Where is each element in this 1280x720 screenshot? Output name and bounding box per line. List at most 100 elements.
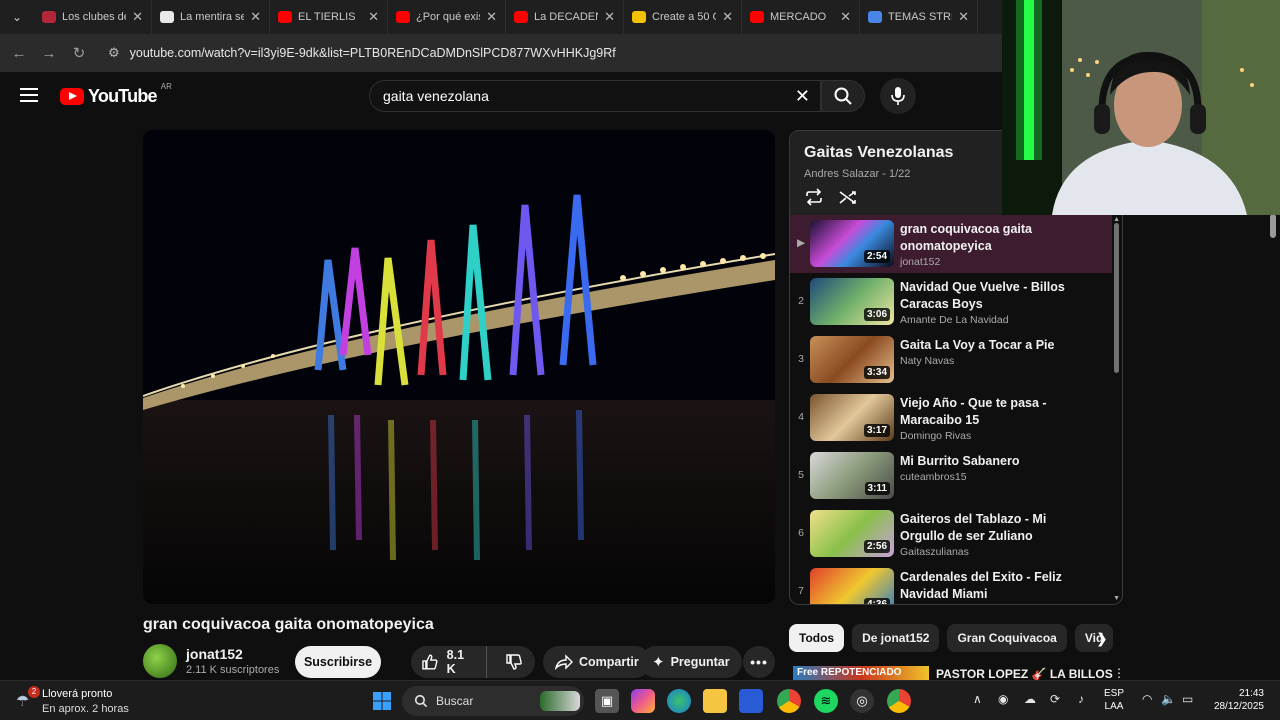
filter-chips: Todos De jonat152 Gran Coquivacoa Vid xyxy=(789,624,1114,652)
copilot-icon[interactable] xyxy=(631,689,655,713)
playlist-item-thumbnail: 4:36 xyxy=(810,568,894,604)
playlist-scrollbar[interactable] xyxy=(1114,223,1119,373)
subscribe-button[interactable]: Suscribirse xyxy=(295,646,381,678)
sync-icon[interactable]: ⟳ xyxy=(1050,692,1060,706)
browser-tab[interactable]: EL TIERLIS ✕ xyxy=(270,0,388,34)
tab-title: MERCADO xyxy=(770,11,827,23)
like-button[interactable]: 8.1 K xyxy=(411,646,487,678)
url-field[interactable]: ⚙ youtube.com/watch?v=il3yi9E-9dk&list=P… xyxy=(108,45,616,61)
dislike-button[interactable] xyxy=(493,646,535,678)
language-indicator[interactable]: ESP LAA xyxy=(1104,687,1124,713)
playlist-item-index: 3 xyxy=(798,353,804,365)
obs-icon[interactable]: ◎ xyxy=(850,689,874,713)
playlist-item-channel: Gaitaszulianas xyxy=(900,546,969,558)
youtube-logo[interactable]: YouTube AR xyxy=(60,82,172,107)
taskbar-search[interactable]: Buscar xyxy=(402,686,584,716)
forward-icon[interactable]: → xyxy=(34,45,64,62)
search-button[interactable] xyxy=(821,80,865,112)
tab-close-icon[interactable]: ✕ xyxy=(486,9,497,25)
playlist-item[interactable]: ▶ 2:54 gran coquivacoa gaita onomatopeyica… xyxy=(790,215,1112,273)
windows-start-icon[interactable] xyxy=(370,689,394,713)
weather-widget[interactable]: ☂ 2 Lloverá pronto En aprox. 2 horas xyxy=(16,686,156,716)
tab-title: TEMAS STREA xyxy=(888,11,952,23)
playlist-item[interactable]: 6 2:56 Gaiteros del Tablazo - Mi Orgullo d… xyxy=(790,505,1112,563)
browser-tab[interactable]: La DECADEN ✕ xyxy=(506,0,624,34)
search-icon xyxy=(834,87,852,105)
playlist-item-duration: 3:11 xyxy=(864,482,890,495)
more-vert-icon[interactable]: ⋮ xyxy=(1113,666,1125,680)
store-icon[interactable] xyxy=(739,689,763,713)
file-explorer-icon[interactable] xyxy=(703,689,727,713)
playlist-item[interactable]: 4 3:17 Viejo Año - Que te pasa - Maracaibo… xyxy=(790,389,1112,447)
clear-search-icon[interactable]: ✕ xyxy=(795,86,810,107)
wifi-icon[interactable]: ◠ xyxy=(1142,692,1152,706)
playlist-item-channel: Naty Navas xyxy=(900,355,955,367)
browser-tab[interactable]: La mentira se ✕ xyxy=(152,0,270,34)
tab-title: ¿Por qué exis xyxy=(416,11,481,23)
video-player[interactable] xyxy=(143,130,775,604)
channel-avatar[interactable] xyxy=(143,644,177,678)
chrome-icon[interactable] xyxy=(777,689,801,713)
tab-search-icon[interactable]: ⌄ xyxy=(0,0,34,34)
playlist-item[interactable]: 2 3:06 Navidad Que Vuelve - Billos Caracas… xyxy=(790,273,1112,331)
microphone-tray-icon[interactable]: ♪ xyxy=(1078,692,1084,706)
filter-chip[interactable]: Todos xyxy=(789,624,845,652)
tab-favicon-icon xyxy=(396,11,410,23)
tab-close-icon[interactable]: ✕ xyxy=(958,9,969,25)
browser-tab[interactable]: TEMAS STREA ✕ xyxy=(860,0,978,34)
voice-search-button[interactable] xyxy=(880,78,916,114)
windows-taskbar: ☂ 2 Lloverá pronto En aprox. 2 horas Bus… xyxy=(0,680,1280,720)
page-scrollbar[interactable] xyxy=(1270,214,1276,238)
playlist-item[interactable]: 5 3:11 Mi Burrito Sabanero cuteambros15 xyxy=(790,447,1112,505)
youtube-header: YouTube AR gaita venezolana ✕ xyxy=(0,72,1002,122)
search-input[interactable]: gaita venezolana ✕ xyxy=(369,80,821,112)
back-icon[interactable]: ← xyxy=(4,45,34,62)
tab-favicon-icon xyxy=(632,11,646,23)
tray-app-icon[interactable]: ◉ xyxy=(998,692,1008,706)
edge-icon[interactable] xyxy=(667,689,691,713)
clock[interactable]: 21:43 28/12/2025 xyxy=(1212,687,1264,713)
scroll-up-icon[interactable]: ▲ xyxy=(1113,216,1120,223)
shuffle-icon[interactable] xyxy=(838,188,858,206)
task-view-icon[interactable]: ▣ xyxy=(595,689,619,713)
playlist-item-title: Navidad Que Vuelve - Billos Caracas Boys xyxy=(900,280,1065,311)
filter-chip[interactable]: De jonat152 xyxy=(852,624,940,652)
playlist-item[interactable]: 3 3:34 Gaita La Voy a Tocar a Pie Naty Nava… xyxy=(790,331,1112,389)
tab-close-icon[interactable]: ✕ xyxy=(250,9,261,25)
site-info-icon[interactable]: ⚙ xyxy=(108,45,120,61)
browser-tab[interactable]: Create a 50 C ✕ xyxy=(624,0,742,34)
tab-close-icon[interactable]: ✕ xyxy=(368,9,379,25)
browser-tab[interactable]: MERCADO ✕ xyxy=(742,0,860,34)
reload-icon[interactable]: ↻ xyxy=(64,44,94,62)
spotify-icon[interactable]: ≋ xyxy=(814,689,838,713)
loop-icon[interactable] xyxy=(804,188,824,206)
tab-close-icon[interactable]: ✕ xyxy=(604,9,615,25)
country-code: AR xyxy=(160,82,172,91)
search-highlight-image xyxy=(540,691,580,711)
filter-chip[interactable]: Gran Coquivacoa xyxy=(947,624,1067,652)
battery-icon[interactable]: ▭ xyxy=(1182,692,1193,706)
browser-tab[interactable]: Los clubes de ✕ xyxy=(34,0,152,34)
more-actions-button[interactable]: ••• xyxy=(743,646,775,678)
ask-button[interactable]: ✦ Preguntar xyxy=(640,646,742,678)
menu-icon[interactable] xyxy=(20,88,38,102)
chevron-right-icon[interactable]: ❯ xyxy=(1096,630,1108,647)
tab-close-icon[interactable]: ✕ xyxy=(840,9,851,25)
browser-tab[interactable]: ¿Por qué exis ✕ xyxy=(388,0,506,34)
playlist-item[interactable]: 7 4:36 Cardenales del Exito - Feliz Navida… xyxy=(790,563,1112,604)
tab-close-icon[interactable]: ✕ xyxy=(722,9,733,25)
tab-close-icon[interactable]: ✕ xyxy=(132,9,143,25)
share-button[interactable]: Compartir xyxy=(543,646,651,678)
playlist-item-thumbnail: 2:54 xyxy=(810,220,894,267)
playlist-item-title: gran coquivacoa gaita onomatopeyica xyxy=(900,222,1032,253)
volume-icon[interactable]: 🔈 xyxy=(1161,692,1176,706)
chevron-up-icon[interactable]: ∧ xyxy=(973,692,982,706)
channel-name[interactable]: jonat152 xyxy=(186,646,243,662)
scroll-down-icon[interactable]: ▼ xyxy=(1113,595,1120,602)
video-frame-bridge-at-night xyxy=(143,130,775,604)
tab-favicon-icon xyxy=(514,11,528,23)
tab-favicon-icon xyxy=(278,11,292,23)
chrome-profile-icon[interactable] xyxy=(887,689,911,713)
cloud-icon[interactable]: ☁ xyxy=(1024,692,1036,706)
playlist-item-title: Viejo Año - Que te pasa - Maracaibo 15 xyxy=(900,396,1047,427)
